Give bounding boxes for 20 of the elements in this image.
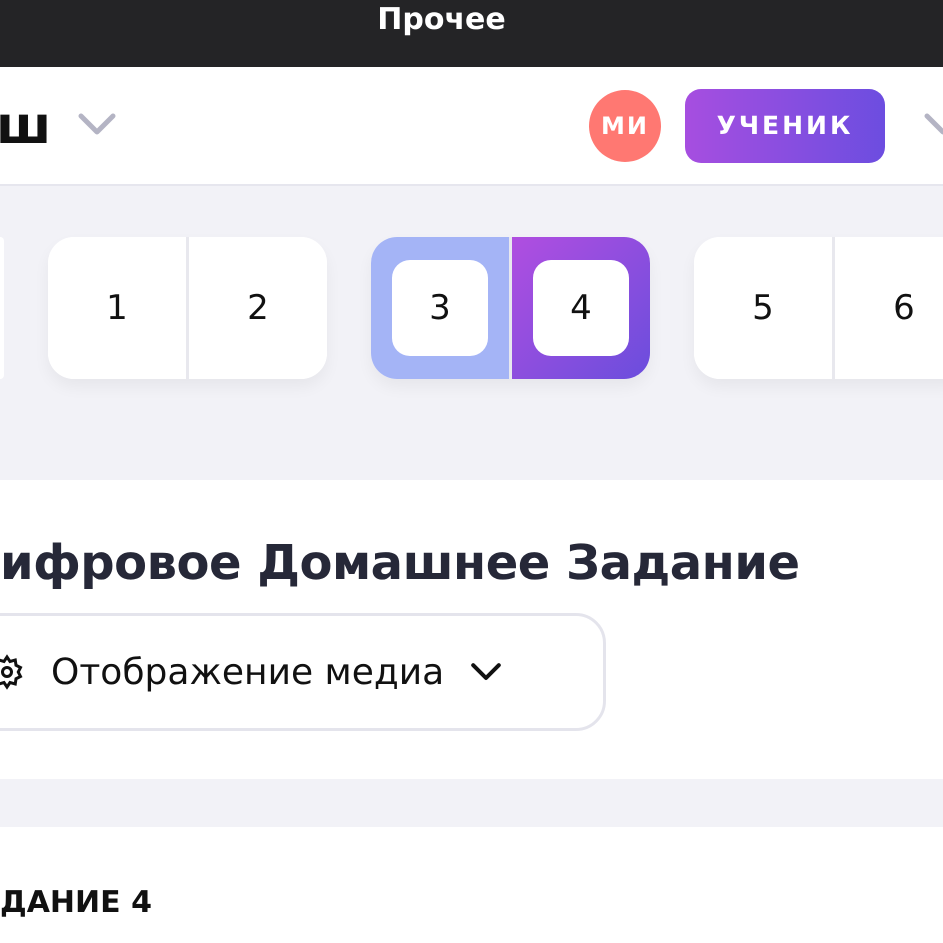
page-cell[interactable]: 6: [832, 237, 943, 379]
logo-fragment: ш: [0, 100, 52, 152]
page-number: 4: [533, 260, 629, 356]
page-cell[interactable]: 5: [694, 237, 832, 379]
task-heading: ДАНИЕ 4: [0, 884, 153, 920]
page-title: ифровое Домашнее Задание: [0, 535, 801, 591]
role-badge[interactable]: УЧЕНИК: [685, 88, 885, 162]
page-cell[interactable]: 1: [48, 237, 186, 379]
page-cell[interactable]: 3: [371, 237, 509, 379]
page-number: 6: [893, 288, 915, 328]
chevron-down-icon: [470, 662, 502, 682]
chevron-down-icon: [77, 112, 118, 136]
media-display-button[interactable]: Отображение медиа: [0, 613, 606, 731]
page-cell[interactable]: 2: [186, 237, 327, 379]
page-cell[interactable]: 4: [509, 237, 650, 379]
page-number: 5: [752, 288, 774, 328]
page-number: 2: [247, 288, 269, 328]
page-number: 1: [106, 288, 128, 328]
page-number: 3: [392, 260, 488, 356]
top-bar-title: Прочее: [377, 2, 506, 37]
